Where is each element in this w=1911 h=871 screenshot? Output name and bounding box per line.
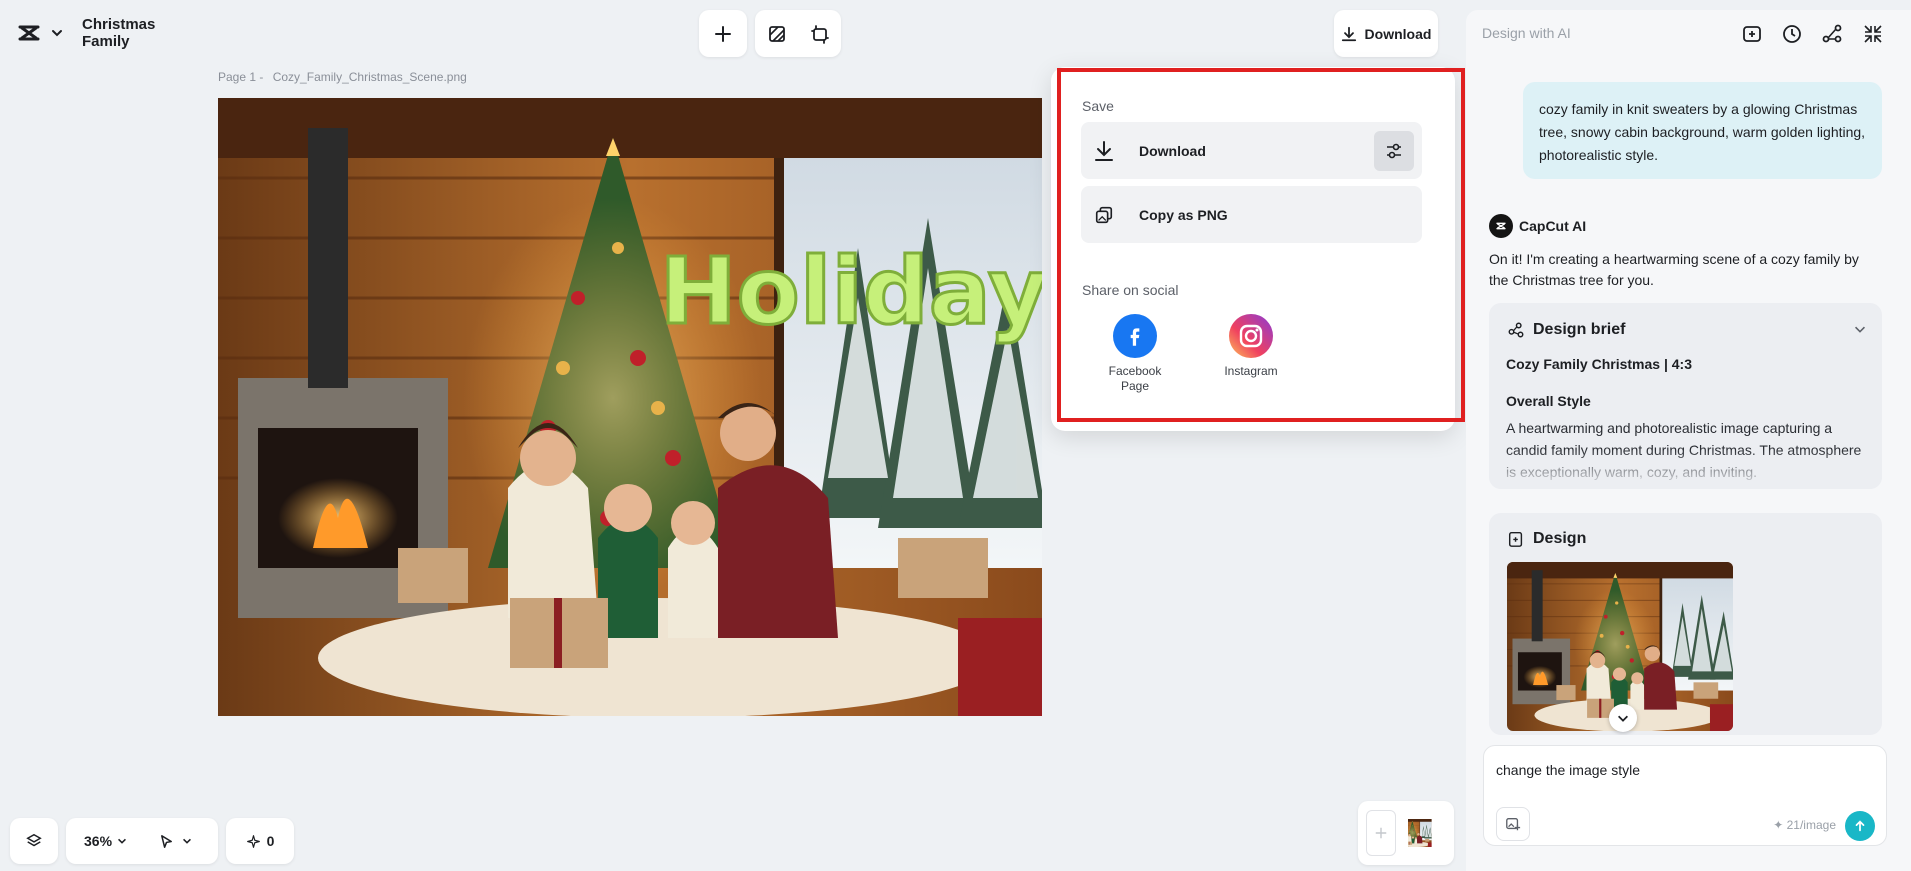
design-title: Design xyxy=(1533,530,1587,547)
page-number: Page 1 - xyxy=(218,70,264,84)
chevron-down-icon[interactable] xyxy=(48,24,66,42)
page-label: Page 1 - Cozy_Family_Christmas_Scene.png xyxy=(218,70,473,84)
chevron-down-icon xyxy=(118,838,127,844)
attach-image-button[interactable] xyxy=(1496,807,1530,841)
page-strip xyxy=(1358,801,1454,865)
design-card: Design xyxy=(1489,513,1882,735)
page-thumbnail[interactable] xyxy=(1408,810,1442,856)
capcut-logo-icon[interactable] xyxy=(14,18,44,48)
ai-name: CapCut AI xyxy=(1519,218,1587,234)
credit-cost: ✦ 21/image xyxy=(1773,818,1836,832)
design-header: Design xyxy=(1507,530,1586,548)
collapse-icon[interactable] xyxy=(1861,22,1885,46)
resize-button[interactable] xyxy=(798,10,841,57)
scroll-down-button[interactable] xyxy=(1609,704,1637,732)
zoom-value: 36% xyxy=(84,833,113,849)
chat-input-box[interactable]: change the image style ✦ 21/image xyxy=(1483,745,1887,846)
brief-style-heading: Overall Style xyxy=(1506,393,1591,409)
project-title[interactable]: Christmas Family xyxy=(82,16,204,50)
image-add-icon xyxy=(1506,818,1521,831)
download-icon xyxy=(1341,26,1356,41)
chevron-down-icon[interactable] xyxy=(1852,321,1868,337)
download-button[interactable]: Download xyxy=(1334,10,1438,57)
ai-message: On it! I'm creating a heartwarming scene… xyxy=(1489,251,1859,288)
brief-nodes-icon xyxy=(1508,322,1524,338)
ai-credits-button[interactable]: 0 xyxy=(226,818,294,864)
resize-icon xyxy=(810,24,829,44)
zoom-control: 36% xyxy=(66,818,218,864)
chat-input[interactable]: change the image style xyxy=(1496,762,1640,778)
brief-subtitle: Cozy Family Christmas | 4:3 xyxy=(1506,356,1692,372)
background-button[interactable] xyxy=(755,10,798,57)
plus-icon xyxy=(715,25,731,42)
pointer-icon xyxy=(161,834,173,848)
pointer-tool-dropdown[interactable] xyxy=(158,833,193,850)
canvas-holiday-text[interactable]: Holiday xyxy=(658,237,1042,347)
design-brief-header: Design brief xyxy=(1507,321,1625,339)
add-button[interactable] xyxy=(699,10,747,57)
design-brief-card[interactable]: Design brief Cozy Family Christmas | 4:3… xyxy=(1489,303,1882,489)
new-chat-icon[interactable] xyxy=(1740,22,1764,46)
chevron-down-icon xyxy=(183,838,192,844)
sparkle-icon xyxy=(246,834,260,848)
history-icon[interactable] xyxy=(1780,22,1804,46)
send-button[interactable] xyxy=(1845,811,1875,841)
layers-icon xyxy=(26,833,42,847)
download-label: Download xyxy=(1364,25,1432,42)
canvas-tools xyxy=(755,10,841,57)
plus-icon xyxy=(1375,827,1387,839)
share-icon[interactable] xyxy=(1820,22,1844,46)
chevron-down-icon xyxy=(1618,715,1628,722)
zoom-dropdown[interactable]: 36% xyxy=(84,833,128,849)
background-icon xyxy=(768,25,785,42)
ai-credits-count: 0 xyxy=(266,833,275,849)
add-page-button[interactable] xyxy=(1366,810,1396,856)
design-brief-title: Design brief xyxy=(1533,321,1626,338)
project-menu[interactable]: Christmas Family xyxy=(8,10,204,56)
credit-text: 21/image xyxy=(1786,818,1836,832)
file-name[interactable]: Cozy_Family_Christmas_Scene.png xyxy=(273,70,467,84)
user-message: cozy family in knit sweaters by a glowin… xyxy=(1523,82,1882,179)
highlight-box xyxy=(1057,68,1465,422)
design-canvas-image[interactable]: Holiday xyxy=(218,98,1042,716)
ai-author: CapCut AI xyxy=(1489,214,1586,238)
design-file-icon xyxy=(1508,531,1523,547)
layers-button[interactable] xyxy=(10,818,58,864)
capcut-ai-avatar-icon xyxy=(1489,214,1513,238)
panel-title: Design with AI xyxy=(1482,25,1571,41)
arrow-up-icon xyxy=(1855,820,1865,832)
fade-overlay xyxy=(1489,449,1882,489)
